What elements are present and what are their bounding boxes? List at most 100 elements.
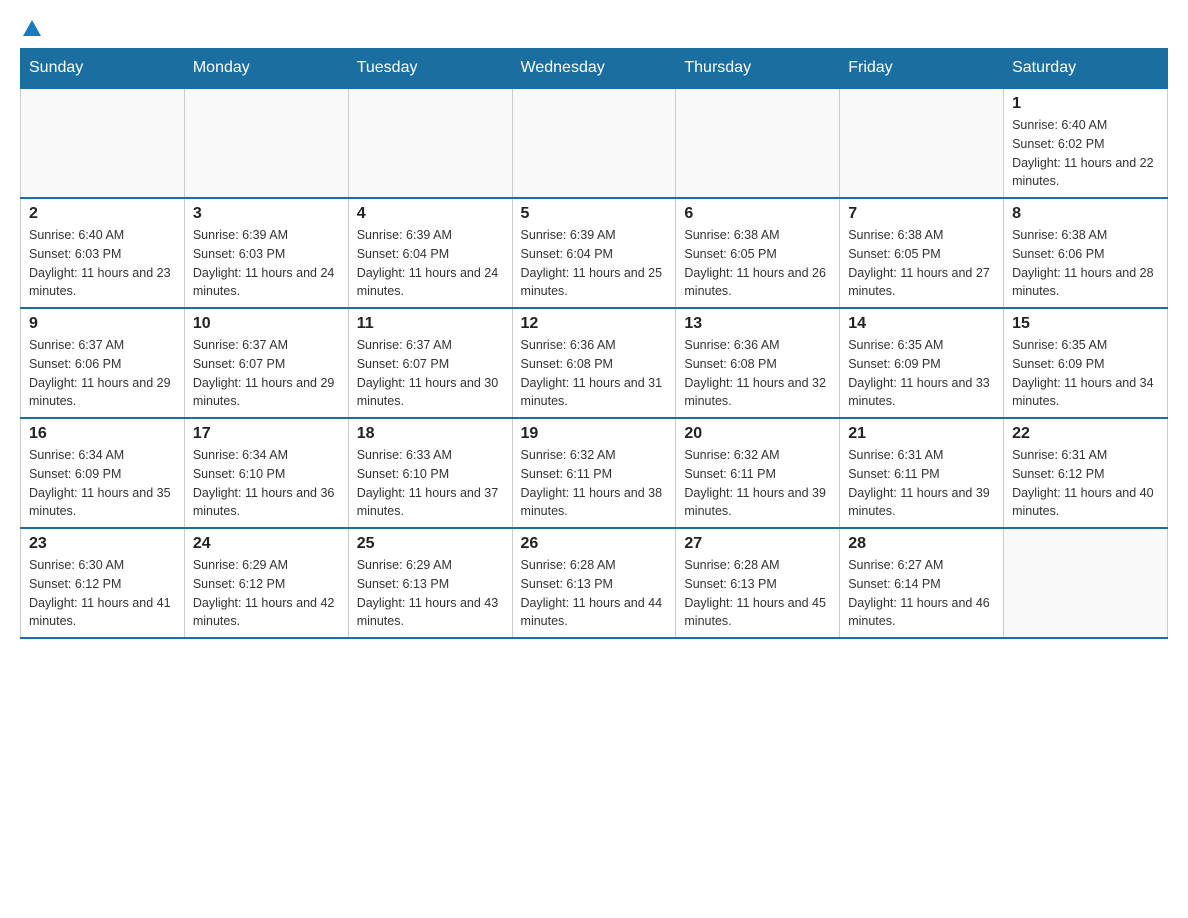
day-number: 9 (29, 315, 176, 333)
calendar-cell: 23 Sunrise: 6:30 AMSunset: 6:12 PMDayligh… (21, 528, 185, 638)
day-info: Sunrise: 6:30 AMSunset: 6:12 PMDaylight:… (29, 556, 176, 631)
day-info: Sunrise: 6:28 AMSunset: 6:13 PMDaylight:… (521, 556, 668, 631)
day-number: 26 (521, 535, 668, 553)
day-info: Sunrise: 6:37 AMSunset: 6:07 PMDaylight:… (357, 336, 504, 411)
day-number: 20 (684, 425, 831, 443)
weekday-header-wednesday: Wednesday (512, 49, 676, 89)
day-number: 2 (29, 205, 176, 223)
calendar-cell: 16 Sunrise: 6:34 AMSunset: 6:09 PMDayligh… (21, 418, 185, 528)
calendar-cell: 28 Sunrise: 6:27 AMSunset: 6:14 PMDayligh… (840, 528, 1004, 638)
day-number: 25 (357, 535, 504, 553)
day-info: Sunrise: 6:34 AMSunset: 6:10 PMDaylight:… (193, 446, 340, 521)
calendar-week-2: 2 Sunrise: 6:40 AMSunset: 6:03 PMDaylight… (21, 198, 1168, 308)
day-number: 19 (521, 425, 668, 443)
logo (20, 20, 41, 38)
day-number: 1 (1012, 95, 1159, 113)
day-info: Sunrise: 6:37 AMSunset: 6:06 PMDaylight:… (29, 336, 176, 411)
weekday-header-tuesday: Tuesday (348, 49, 512, 89)
calendar-week-5: 23 Sunrise: 6:30 AMSunset: 6:12 PMDayligh… (21, 528, 1168, 638)
day-number: 28 (848, 535, 995, 553)
day-info: Sunrise: 6:31 AMSunset: 6:12 PMDaylight:… (1012, 446, 1159, 521)
calendar-cell: 7 Sunrise: 6:38 AMSunset: 6:05 PMDaylight… (840, 198, 1004, 308)
calendar-cell: 11 Sunrise: 6:37 AMSunset: 6:07 PMDayligh… (348, 308, 512, 418)
calendar-cell: 4 Sunrise: 6:39 AMSunset: 6:04 PMDaylight… (348, 198, 512, 308)
logo-triangle-icon (23, 20, 41, 36)
day-number: 22 (1012, 425, 1159, 443)
calendar-cell: 14 Sunrise: 6:35 AMSunset: 6:09 PMDayligh… (840, 308, 1004, 418)
calendar-cell: 15 Sunrise: 6:35 AMSunset: 6:09 PMDayligh… (1004, 308, 1168, 418)
calendar-cell: 1Sunrise: 6:40 AMSunset: 6:02 PMDaylight… (1004, 88, 1168, 198)
calendar-cell: 17 Sunrise: 6:34 AMSunset: 6:10 PMDayligh… (184, 418, 348, 528)
day-info: Sunrise: 6:38 AMSunset: 6:06 PMDaylight:… (1012, 226, 1159, 301)
day-info: Sunrise: 6:40 AMSunset: 6:03 PMDaylight:… (29, 226, 176, 301)
day-number: 12 (521, 315, 668, 333)
calendar-cell (512, 88, 676, 198)
calendar-week-4: 16 Sunrise: 6:34 AMSunset: 6:09 PMDayligh… (21, 418, 1168, 528)
day-number: 14 (848, 315, 995, 333)
day-info: Sunrise: 6:39 AMSunset: 6:04 PMDaylight:… (357, 226, 504, 301)
day-number: 23 (29, 535, 176, 553)
calendar-cell: 3 Sunrise: 6:39 AMSunset: 6:03 PMDaylight… (184, 198, 348, 308)
day-number: 16 (29, 425, 176, 443)
calendar-cell: 26 Sunrise: 6:28 AMSunset: 6:13 PMDayligh… (512, 528, 676, 638)
day-info: Sunrise: 6:37 AMSunset: 6:07 PMDaylight:… (193, 336, 340, 411)
weekday-header-saturday: Saturday (1004, 49, 1168, 89)
day-number: 13 (684, 315, 831, 333)
day-number: 21 (848, 425, 995, 443)
day-number: 27 (684, 535, 831, 553)
day-number: 5 (521, 205, 668, 223)
calendar-cell (348, 88, 512, 198)
day-info: Sunrise: 6:36 AMSunset: 6:08 PMDaylight:… (684, 336, 831, 411)
day-info: Sunrise: 6:38 AMSunset: 6:05 PMDaylight:… (848, 226, 995, 301)
calendar-cell: 25 Sunrise: 6:29 AMSunset: 6:13 PMDayligh… (348, 528, 512, 638)
calendar-cell: 19 Sunrise: 6:32 AMSunset: 6:11 PMDayligh… (512, 418, 676, 528)
calendar-cell: 20Sunrise: 6:32 AMSunset: 6:11 PMDayligh… (676, 418, 840, 528)
calendar-week-3: 9 Sunrise: 6:37 AMSunset: 6:06 PMDaylight… (21, 308, 1168, 418)
calendar-cell (840, 88, 1004, 198)
calendar-table: SundayMondayTuesdayWednesdayThursdayFrid… (20, 48, 1168, 639)
weekday-header-sunday: Sunday (21, 49, 185, 89)
day-number: 24 (193, 535, 340, 553)
day-number: 7 (848, 205, 995, 223)
calendar-cell: 6 Sunrise: 6:38 AMSunset: 6:05 PMDaylight… (676, 198, 840, 308)
calendar-cell: 10Sunrise: 6:37 AMSunset: 6:07 PMDayligh… (184, 308, 348, 418)
day-number: 15 (1012, 315, 1159, 333)
calendar-cell: 22 Sunrise: 6:31 AMSunset: 6:12 PMDayligh… (1004, 418, 1168, 528)
calendar-cell (676, 88, 840, 198)
calendar-cell: 2 Sunrise: 6:40 AMSunset: 6:03 PMDaylight… (21, 198, 185, 308)
day-number: 6 (684, 205, 831, 223)
calendar-week-1: 1Sunrise: 6:40 AMSunset: 6:02 PMDaylight… (21, 88, 1168, 198)
day-info: Sunrise: 6:28 AMSunset: 6:13 PMDaylight:… (684, 556, 831, 631)
day-number: 3 (193, 205, 340, 223)
day-number: 4 (357, 205, 504, 223)
calendar-cell: 8Sunrise: 6:38 AMSunset: 6:06 PMDaylight… (1004, 198, 1168, 308)
day-info: Sunrise: 6:33 AMSunset: 6:10 PMDaylight:… (357, 446, 504, 521)
calendar-header-row: SundayMondayTuesdayWednesdayThursdayFrid… (21, 49, 1168, 89)
day-info: Sunrise: 6:29 AMSunset: 6:13 PMDaylight:… (357, 556, 504, 631)
day-info: Sunrise: 6:39 AMSunset: 6:03 PMDaylight:… (193, 226, 340, 301)
day-info: Sunrise: 6:35 AMSunset: 6:09 PMDaylight:… (1012, 336, 1159, 411)
day-info: Sunrise: 6:35 AMSunset: 6:09 PMDaylight:… (848, 336, 995, 411)
page-header (20, 20, 1168, 38)
calendar-cell (21, 88, 185, 198)
day-info: Sunrise: 6:27 AMSunset: 6:14 PMDaylight:… (848, 556, 995, 631)
day-number: 18 (357, 425, 504, 443)
weekday-header-monday: Monday (184, 49, 348, 89)
calendar-cell (1004, 528, 1168, 638)
calendar-cell: 21 Sunrise: 6:31 AMSunset: 6:11 PMDayligh… (840, 418, 1004, 528)
day-info: Sunrise: 6:36 AMSunset: 6:08 PMDaylight:… (521, 336, 668, 411)
calendar-cell: 13 Sunrise: 6:36 AMSunset: 6:08 PMDayligh… (676, 308, 840, 418)
calendar-cell: 18 Sunrise: 6:33 AMSunset: 6:10 PMDayligh… (348, 418, 512, 528)
calendar-cell: 9 Sunrise: 6:37 AMSunset: 6:06 PMDaylight… (21, 308, 185, 418)
day-info: Sunrise: 6:39 AMSunset: 6:04 PMDaylight:… (521, 226, 668, 301)
calendar-cell: 27 Sunrise: 6:28 AMSunset: 6:13 PMDayligh… (676, 528, 840, 638)
day-info: Sunrise: 6:38 AMSunset: 6:05 PMDaylight:… (684, 226, 831, 301)
calendar-cell (184, 88, 348, 198)
weekday-header-thursday: Thursday (676, 49, 840, 89)
day-info: Sunrise: 6:32 AMSunset: 6:11 PMDaylight:… (521, 446, 668, 521)
day-info: Sunrise: 6:34 AMSunset: 6:09 PMDaylight:… (29, 446, 176, 521)
day-info: Sunrise: 6:31 AMSunset: 6:11 PMDaylight:… (848, 446, 995, 521)
calendar-cell: 24Sunrise: 6:29 AMSunset: 6:12 PMDayligh… (184, 528, 348, 638)
day-number: 11 (357, 315, 504, 333)
day-number: 17 (193, 425, 340, 443)
